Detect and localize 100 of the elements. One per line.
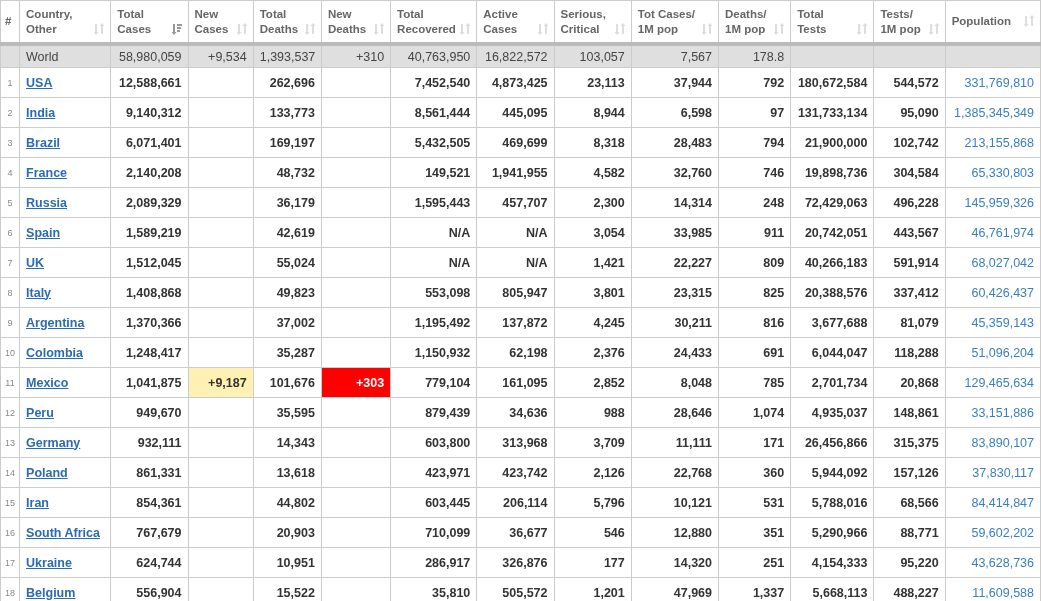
total-cases-cell: 949,670 (136, 405, 182, 420)
rank-cell: 7 (7, 257, 13, 268)
active-cases-cell: 505,572 (502, 585, 548, 600)
rank-cell: 4 (7, 167, 13, 178)
active-cases-cell: 161,095 (502, 375, 548, 390)
total-recovered-cell: 286,917 (425, 555, 471, 570)
total-recovered-cell: 1,195,492 (414, 315, 471, 330)
total-deaths-cell: 262,696 (269, 75, 315, 90)
total-tests-cell: 4,935,037 (811, 405, 868, 420)
serious-critical-cell: 23,113 (587, 75, 625, 90)
country-link[interactable]: Iran (26, 495, 49, 510)
total-tests-cell: 4,154,333 (811, 555, 868, 570)
total-recovered-cell: 1,595,443 (414, 195, 471, 210)
total-tests-cell: 19,898,736 (804, 165, 868, 180)
total-tests-cell: 26,456,866 (804, 435, 868, 450)
active-cases-cell: 423,742 (502, 465, 548, 480)
cases-per-million-cell: 22,768 (673, 465, 712, 480)
serious-critical-cell: 4,245 (593, 315, 625, 330)
serious-critical-cell: 177 (603, 555, 625, 570)
serious-critical-cell: 2,852 (593, 375, 625, 390)
tests-per-million-cell: 148,861 (893, 405, 939, 420)
deaths-per-million-cell: 251 (763, 555, 785, 570)
country-link[interactable]: Peru (26, 405, 54, 420)
deaths-per-million-cell: 911 (764, 225, 785, 240)
total-cases-cell: 2,140,208 (125, 165, 182, 180)
rank-cell: 14 (5, 467, 16, 478)
total-cases-cell: 6,071,401 (125, 135, 182, 150)
total-deaths-cell: 169,197 (269, 135, 315, 150)
rank-cell: 11 (5, 377, 15, 388)
total-cases-cell: 767,679 (136, 525, 182, 540)
total-cases-cell: 861,331 (136, 465, 182, 480)
total-recovered-cell: 603,800 (425, 435, 471, 450)
rank-cell: 16 (5, 527, 16, 538)
country-link[interactable]: India (26, 105, 56, 120)
tests-per-million-cell: 95,090 (900, 105, 939, 120)
cases-per-million-cell: 30,211 (674, 315, 712, 330)
total-recovered-cell: 710,099 (425, 525, 471, 540)
country-link[interactable]: UK (26, 255, 45, 270)
active-cases-cell: 16,822,572 (484, 49, 548, 64)
total-cases-cell: 58,980,059 (118, 49, 182, 64)
tests-per-million-cell: 488,227 (893, 585, 939, 600)
total-deaths-cell: 15,522 (276, 585, 315, 600)
active-cases-cell: 445,095 (502, 105, 548, 120)
serious-critical-cell: 3,054 (593, 225, 625, 240)
total-recovered-cell: N/A (448, 255, 471, 270)
total-tests-cell: 72,429,063 (804, 195, 868, 210)
total-deaths-cell: 13,618 (276, 465, 315, 480)
serious-critical-cell: 2,126 (593, 465, 625, 480)
total-recovered-cell: 779,104 (425, 375, 471, 390)
serious-critical-cell: 8,944 (593, 105, 625, 120)
rank-cell: 5 (7, 197, 13, 208)
total-cases-cell: 932,111 (137, 435, 182, 450)
rank-cell: 12 (5, 407, 16, 418)
new-deaths-highlight: +303 (321, 367, 391, 398)
cases-per-million-cell: 23,315 (673, 285, 712, 300)
total-deaths-cell: 10,951 (276, 555, 315, 570)
tests-per-million-cell: 157,126 (893, 465, 939, 480)
deaths-per-million-cell: 351 (763, 525, 785, 540)
deaths-per-million-cell: 178.8 (752, 49, 785, 64)
rank-cell: 18 (5, 587, 16, 598)
serious-critical-cell: 103,057 (579, 49, 625, 64)
total-tests-cell: 20,388,576 (804, 285, 868, 300)
country-link[interactable]: Italy (26, 285, 52, 300)
tests-per-million-cell: 95,220 (900, 555, 939, 570)
rank-cell: 15 (5, 497, 16, 508)
total-recovered-cell: 1,150,932 (414, 345, 471, 360)
tests-per-million-cell: 88,771 (900, 525, 939, 540)
total-deaths-cell: 35,287 (276, 345, 315, 360)
total-recovered-cell: 5,432,505 (414, 135, 471, 150)
cases-per-million-cell: 28,483 (673, 135, 712, 150)
rank-cell: 13 (5, 437, 16, 448)
total-tests-cell: 5,944,092 (811, 465, 868, 480)
active-cases-cell: 805,947 (502, 285, 548, 300)
total-tests-cell: 6,044,047 (811, 345, 868, 360)
tests-per-million-cell: 591,914 (893, 255, 939, 270)
rank-cell: 9 (7, 317, 13, 328)
total-deaths-cell: 35,595 (276, 405, 315, 420)
serious-critical-cell: 4,582 (593, 165, 625, 180)
tests-per-million-cell: 315,375 (893, 435, 939, 450)
tests-per-million-cell: 544,572 (893, 75, 939, 90)
rank-cell: 1 (7, 77, 13, 88)
total-recovered-cell: N/A (448, 225, 471, 240)
country-link[interactable]: USA (26, 75, 53, 90)
rank-cell: 8 (7, 287, 13, 298)
total-recovered-cell: 423,971 (425, 465, 471, 480)
total-cases-cell: 2,089,329 (125, 195, 182, 210)
total-deaths-cell: 20,903 (276, 525, 315, 540)
country-link[interactable]: Brazil (26, 135, 61, 150)
world-label: World (26, 49, 59, 64)
deaths-per-million-cell: 809 (763, 255, 785, 270)
deaths-per-million-cell: 691 (763, 345, 785, 360)
cases-per-million-cell: 10,121 (673, 495, 712, 510)
rank-cell: 17 (5, 557, 16, 568)
total-tests-cell: 180,672,584 (797, 75, 868, 90)
deaths-per-million-cell: 360 (763, 465, 785, 480)
country-link[interactable]: Spain (26, 225, 61, 240)
tests-per-million-cell: 304,584 (893, 165, 939, 180)
serious-critical-cell: 8,318 (593, 135, 625, 150)
active-cases-cell: 62,198 (509, 345, 548, 360)
active-cases-cell: 137,872 (502, 315, 548, 330)
